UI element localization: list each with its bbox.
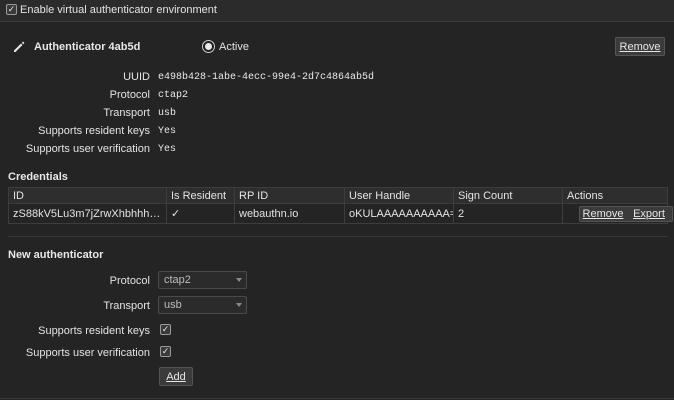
column-header-rp-id[interactable]: RP ID	[235, 188, 345, 203]
user-handle-cell: oKULAAAAAAAAAA==	[345, 204, 454, 223]
transport-select-value: usb	[164, 299, 182, 311]
credentials-table: ID Is Resident RP ID User Handle Sign Co…	[8, 187, 673, 224]
column-header-is-resident[interactable]: Is Resident	[167, 188, 235, 203]
top-bar: ✓ Enable virtual authenticator environme…	[0, 0, 674, 22]
enable-environment-checkbox[interactable]: ✓	[6, 4, 17, 15]
remove-authenticator-button[interactable]: Remove	[615, 37, 665, 56]
transport-value: usb	[158, 108, 177, 119]
column-header-actions: Actions	[567, 189, 604, 202]
section-divider	[8, 236, 668, 237]
resident-keys-label: Supports resident keys	[38, 125, 150, 137]
new-transport-label: Transport	[103, 300, 150, 312]
credentials-title: Credentials	[8, 171, 68, 183]
is-resident-cell: ✓	[167, 204, 235, 223]
table-row: zS88kV5Lu3m7jZrwXhbhhhK4l1Llx… ✓ webauth…	[9, 204, 673, 223]
column-header-sign-count[interactable]: Sign Count	[454, 188, 563, 203]
enable-environment-label[interactable]: Enable virtual authenticator environment	[20, 4, 217, 16]
pencil-icon[interactable]	[12, 40, 26, 54]
new-protocol-label: Protocol	[109, 275, 150, 287]
uuid-value: e498b428-1abe-4ecc-99e4-2d7c4864ab5d	[158, 72, 375, 83]
bottom-divider	[0, 398, 674, 399]
credential-id-cell: zS88kV5Lu3m7jZrwXhbhhhK4l1Llx…	[9, 204, 167, 223]
transport-select[interactable]: usb	[158, 296, 247, 314]
sign-count-cell: 2	[454, 204, 563, 223]
new-resident-keys-label: Supports resident keys	[38, 325, 150, 337]
remove-credential-button[interactable]: Remove	[580, 207, 626, 221]
column-header-user-handle[interactable]: User Handle	[345, 188, 454, 203]
add-authenticator-button[interactable]: Add	[159, 367, 193, 386]
export-credential-button[interactable]: Export	[626, 207, 672, 221]
user-verification-checkbox[interactable]: ✓	[160, 346, 171, 357]
resident-keys-checkbox[interactable]: ✓	[160, 324, 171, 335]
protocol-select-value: ctap2	[164, 274, 191, 286]
column-header-id[interactable]: ID	[9, 188, 167, 203]
resident-keys-value: Yes	[158, 126, 177, 137]
protocol-select[interactable]: ctap2	[158, 271, 247, 289]
authenticator-title: Authenticator 4ab5d	[34, 41, 141, 53]
active-label[interactable]: Active	[219, 41, 249, 53]
new-user-verification-label: Supports user verification	[25, 347, 150, 359]
transport-label: Transport	[103, 107, 150, 119]
active-radio[interactable]	[202, 40, 215, 53]
user-verification-label: Supports user verification	[25, 143, 150, 155]
protocol-value: ctap2	[158, 90, 189, 101]
chevron-down-icon	[236, 303, 242, 307]
protocol-label: Protocol	[109, 89, 150, 101]
chevron-down-icon	[236, 278, 242, 282]
rp-id-cell: webauthn.io	[235, 204, 345, 223]
table-header: ID Is Resident RP ID User Handle Sign Co…	[9, 188, 667, 204]
uuid-label: UUID	[123, 71, 150, 83]
user-verification-value: Yes	[158, 144, 177, 155]
new-authenticator-title: New authenticator	[8, 249, 104, 261]
row-actions: Remove Export	[579, 206, 673, 222]
